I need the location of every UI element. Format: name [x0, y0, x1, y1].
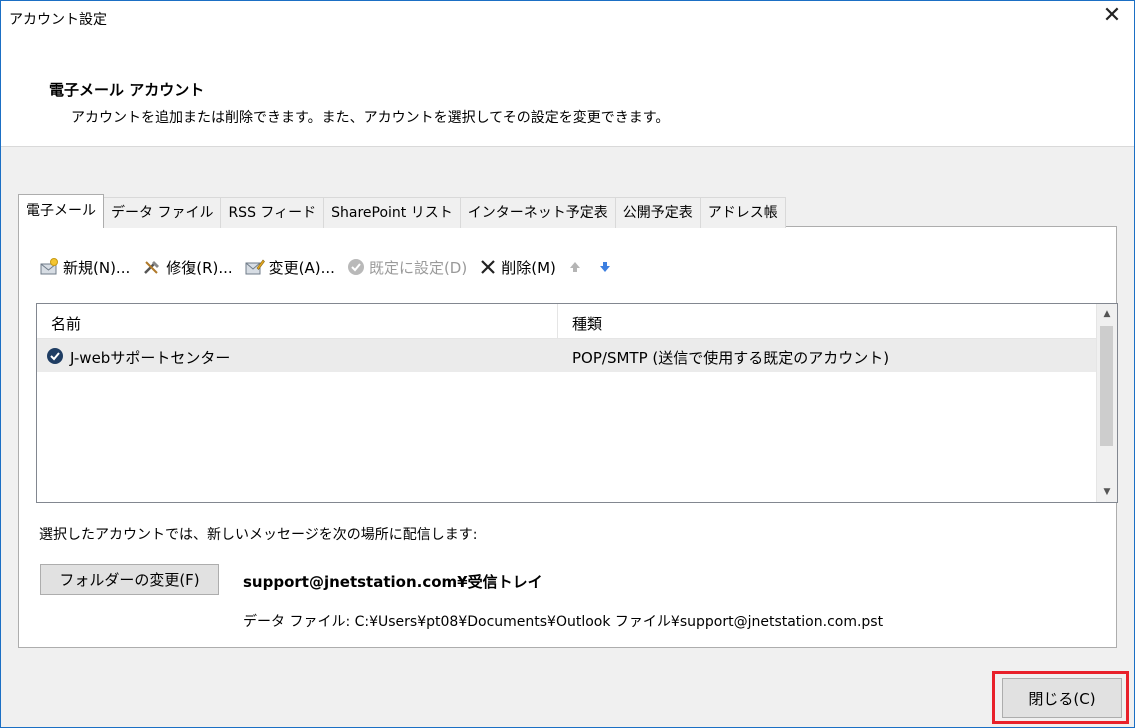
delivery-description: 選択したアカウントでは、新しいメッセージを次の場所に配信します:: [39, 527, 478, 543]
list-item[interactable]: J-webサポートセンター POP/SMTP (送信で使用する既定のアカウント): [37, 339, 1097, 372]
set-default-button[interactable]: 既定に設定(D): [347, 257, 467, 278]
scrollbar-thumb[interactable]: [1100, 326, 1113, 446]
account-name: J-webサポートセンター: [70, 349, 231, 367]
header-title: 電子メール アカウント: [49, 81, 205, 99]
data-file-path: データ ファイル: C:¥Users¥pt08¥Documents¥Outloo…: [243, 614, 884, 630]
change-button-label: 変更(A)...: [268, 258, 335, 277]
title-bar: アカウント設定 ✕: [1, 1, 1134, 31]
tab-data-files[interactable]: データ ファイル: [103, 197, 222, 228]
tab-sharepoint-lists[interactable]: SharePoint リスト: [323, 197, 461, 228]
delivery-location: support@jnetstation.com¥受信トレイ: [243, 573, 543, 591]
new-button[interactable]: 新規(N)...: [39, 257, 130, 278]
repair-button[interactable]: 修復(R)...: [142, 257, 233, 278]
delete-button[interactable]: 削除(M): [479, 257, 556, 278]
arrow-down-icon: [599, 262, 610, 272]
column-separator[interactable]: [557, 304, 558, 338]
delete-button-label: 削除(M): [501, 258, 556, 277]
tab-rss-feeds[interactable]: RSS フィード: [220, 197, 325, 228]
repair-button-label: 修復(R)...: [166, 258, 233, 277]
scroll-up-icon[interactable]: ▲: [1097, 304, 1117, 324]
tab-published-calendars[interactable]: 公開予定表: [614, 197, 701, 228]
window-title: アカウント設定: [9, 12, 107, 28]
close-window-icon[interactable]: ✕: [1090, 1, 1134, 31]
change-folder-button[interactable]: フォルダーの変更(F): [40, 564, 219, 595]
move-down-button[interactable]: [598, 259, 616, 275]
account-type: POP/SMTP (送信で使用する既定のアカウント): [572, 349, 890, 367]
vertical-scrollbar[interactable]: ▲ ▼: [1096, 304, 1117, 502]
scroll-down-icon[interactable]: ▼: [1097, 482, 1117, 502]
default-account-check-icon: [47, 348, 63, 364]
tab-address-books[interactable]: アドレス帳: [699, 197, 786, 228]
set-default-button-label: 既定に設定(D): [368, 258, 468, 277]
check-circle-icon: [347, 259, 364, 275]
new-account-icon: [40, 258, 58, 275]
x-icon: [481, 260, 495, 274]
column-header-name[interactable]: 名前: [51, 313, 81, 334]
account-toolbar: 新規(N)... 修復(R)... 変更(A)... 既定に設定(D) 削除(M…: [39, 253, 628, 281]
close-button[interactable]: 閉じる(C): [1002, 678, 1122, 718]
header-area: 電子メール アカウント アカウントを追加または削除できます。また、アカウントを選…: [1, 31, 1134, 147]
column-header-type[interactable]: 種類: [572, 313, 602, 334]
tab-strip: 電子メール データ ファイル RSS フィード SharePoint リスト イ…: [18, 194, 786, 228]
move-up-button[interactable]: [568, 259, 586, 275]
accounts-list[interactable]: 名前 種類 J-webサポートセンター POP/SMTP (送信で使用する既定の…: [36, 303, 1118, 503]
new-button-label: 新規(N)...: [63, 258, 131, 277]
tab-email[interactable]: 電子メール: [18, 194, 104, 228]
header-description: アカウントを追加または削除できます。また、アカウントを選択してその設定を変更でき…: [71, 110, 670, 126]
list-header: 名前 種類: [37, 304, 1097, 339]
repair-tools-icon: [144, 261, 160, 274]
account-settings-window: アカウント設定 ✕ 電子メール アカウント アカウントを追加または削除できます。…: [0, 0, 1135, 728]
change-button[interactable]: 変更(A)...: [245, 257, 335, 278]
change-account-icon: [245, 259, 265, 275]
arrow-up-icon: [569, 262, 580, 272]
tab-internet-calendars[interactable]: インターネット予定表: [459, 197, 616, 228]
